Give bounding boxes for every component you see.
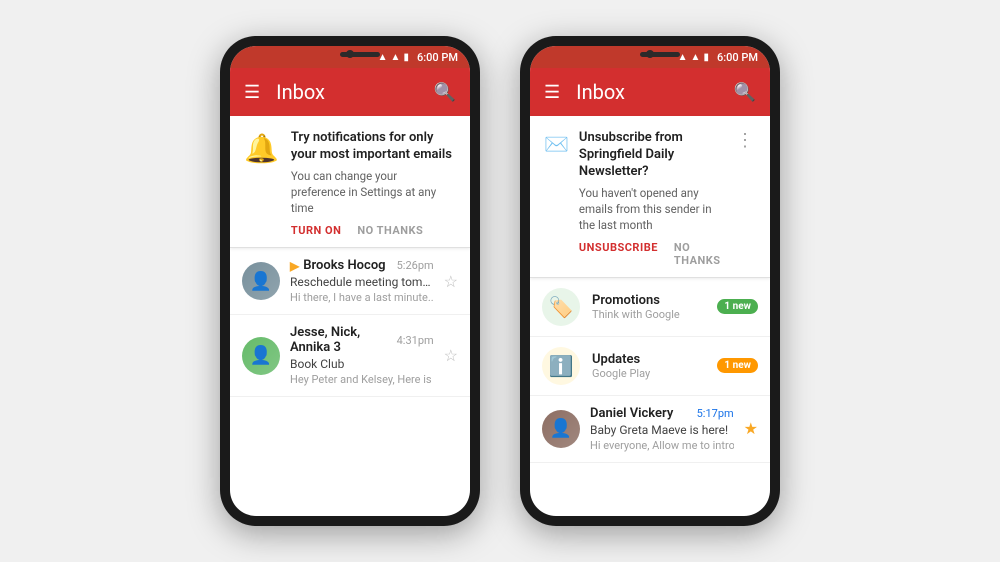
email-item-jesse[interactable]: 👤 Jesse, Nick, Annika 3 4:31pm Book Club… (230, 315, 470, 397)
email-top-jesse: Jesse, Nick, Annika 3 4:31pm (290, 325, 434, 355)
speaker-right (640, 52, 680, 57)
email-unsub-icon: ✉️ (544, 132, 569, 157)
speaker (340, 52, 380, 57)
avatar-daniel: 👤 (542, 410, 580, 448)
email-sender-daniel: Daniel Vickery (590, 406, 673, 421)
phone-right: ▲ ▲ ▮ 6:00 PM ☰ Inbox 🔍 ✉️ Uns (520, 36, 780, 526)
email-preview-jesse: Hey Peter and Kelsey, Here is the list..… (290, 373, 434, 386)
email-item-daniel[interactable]: 👤 Daniel Vickery 5:17pm Baby Greta Maeve… (530, 396, 770, 463)
search-icon-left[interactable]: 🔍 (434, 82, 456, 103)
email-time-jesse: 4:31pm (397, 334, 434, 347)
notif-actions-left: TURN ON NO THANKS (291, 224, 454, 237)
status-time-left: 6:00 PM (417, 51, 458, 64)
search-icon-right[interactable]: 🔍 (734, 82, 756, 103)
email-item-brooks[interactable]: 👤 ▶ Brooks Hocog 5:26pm Reschedule meeti… (230, 248, 470, 315)
email-time-daniel: 5:17pm (697, 407, 734, 420)
phone-left: ▲ ▲ ▮ 6:00 PM ☰ Inbox 🔍 🔔 Try notificati… (220, 36, 480, 526)
toolbar-right: ☰ Inbox 🔍 (530, 68, 770, 116)
status-time-right: 6:00 PM (717, 51, 758, 64)
cat-content-updates: Updates Google Play (592, 352, 705, 380)
toolbar-title-left: Inbox (276, 80, 417, 104)
signal-icon-right: ▲ (691, 52, 701, 63)
email-content-jesse: Jesse, Nick, Annika 3 4:31pm Book Club H… (290, 325, 434, 386)
unsubscribe-card: ✉️ Unsubscribe from Springfield Daily Ne… (530, 116, 770, 278)
send-arrow-icon: ▶ (290, 259, 299, 273)
bell-icon: 🔔 (244, 132, 279, 237)
unsub-row: ✉️ Unsubscribe from Springfield Daily Ne… (544, 130, 754, 267)
three-dot-menu[interactable]: ⋮ (736, 130, 754, 151)
cat-title-updates: Updates (592, 352, 705, 367)
email-content-brooks: ▶ Brooks Hocog 5:26pm Reschedule meeting… (290, 258, 434, 304)
email-subject-daniel: Baby Greta Maeve is here! (590, 423, 734, 437)
badge-updates: 1 new (717, 358, 758, 373)
star-icon-jesse[interactable]: ☆ (444, 346, 458, 365)
battery-icon-right: ▮ (703, 52, 709, 63)
phone-screen-right: ▲ ▲ ▮ 6:00 PM ☰ Inbox 🔍 ✉️ Uns (530, 46, 770, 516)
email-list-left: 👤 ▶ Brooks Hocog 5:26pm Reschedule meeti… (230, 248, 470, 516)
no-thanks-button-left[interactable]: NO THANKS (357, 224, 423, 237)
email-time-brooks: 5:26pm (397, 259, 434, 272)
cat-content-promo: Promotions Think with Google (592, 293, 705, 321)
star-icon-daniel[interactable]: ★ (744, 419, 758, 438)
signal-icon: ▲ (391, 52, 401, 63)
updates-icon: ℹ️ (542, 347, 580, 385)
hamburger-icon-right[interactable]: ☰ (544, 82, 560, 103)
toolbar-title-right: Inbox (576, 80, 717, 104)
category-updates[interactable]: ℹ️ Updates Google Play 1 new (530, 337, 770, 396)
notif-title-left: Try notifications for only your most imp… (291, 130, 454, 164)
status-icons-right: ▲ ▲ ▮ (678, 52, 709, 63)
no-thanks-button-right[interactable]: NO THANKS (674, 241, 726, 267)
email-subject-jesse: Book Club (290, 357, 434, 371)
email-subject-brooks: Reschedule meeting tomorrow (290, 275, 434, 289)
phone-screen-left: ▲ ▲ ▮ 6:00 PM ☰ Inbox 🔍 🔔 Try notificati… (230, 46, 470, 516)
notification-card-left: 🔔 Try notifications for only your most i… (230, 116, 470, 248)
email-top-daniel: Daniel Vickery 5:17pm (590, 406, 734, 421)
toolbar-left: ☰ Inbox 🔍 (230, 68, 470, 116)
email-top-brooks: ▶ Brooks Hocog 5:26pm (290, 258, 434, 273)
email-preview-daniel: Hi everyone, Allow me to intro... (590, 439, 734, 452)
notif-title-right: Unsubscribe from Springfield Daily Newsl… (579, 130, 726, 181)
email-sender-brooks: ▶ Brooks Hocog (290, 258, 386, 273)
notif-content-left: Try notifications for only your most imp… (291, 130, 454, 237)
cat-subtitle-updates: Google Play (592, 367, 705, 380)
email-preview-brooks: Hi there, I have a last minute... Work (290, 291, 434, 304)
cat-subtitle-promo: Think with Google (592, 308, 705, 321)
turn-on-button[interactable]: TURN ON (291, 224, 341, 237)
notif-content-right: Unsubscribe from Springfield Daily Newsl… (579, 130, 726, 267)
badge-promotions: 1 new (717, 299, 758, 314)
email-sender-jesse: Jesse, Nick, Annika 3 (290, 325, 397, 355)
email-content-daniel: Daniel Vickery 5:17pm Baby Greta Maeve i… (590, 406, 734, 452)
avatar-brooks: 👤 (242, 262, 280, 300)
avatar-jesse: 👤 (242, 337, 280, 375)
status-icons-left: ▲ ▲ ▮ (378, 52, 409, 63)
category-promotions[interactable]: 🏷️ Promotions Think with Google 1 new (530, 278, 770, 337)
notif-body-right: You haven't opened any emails from this … (579, 185, 726, 233)
scene: ▲ ▲ ▮ 6:00 PM ☰ Inbox 🔍 🔔 Try notificati… (0, 0, 1000, 562)
cat-title-promo: Promotions (592, 293, 705, 308)
notif-body-left: You can change your preference in Settin… (291, 168, 454, 216)
battery-icon: ▮ (403, 52, 409, 63)
star-icon-brooks[interactable]: ☆ (444, 272, 458, 291)
hamburger-icon-left[interactable]: ☰ (244, 82, 260, 103)
notif-actions-right: UNSUBSCRIBE NO THANKS (579, 241, 726, 267)
promotions-icon: 🏷️ (542, 288, 580, 326)
unsubscribe-button[interactable]: UNSUBSCRIBE (579, 241, 658, 267)
